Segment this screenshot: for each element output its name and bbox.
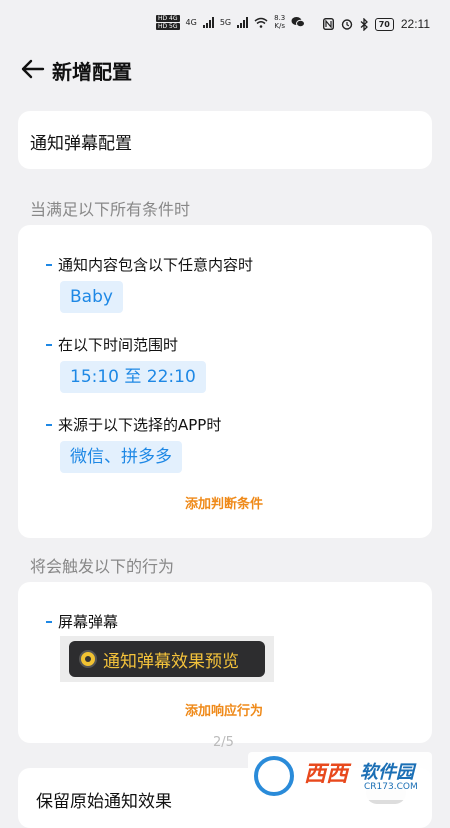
network-speed: 8.3 K/s (274, 14, 285, 30)
conditions-section-label: 当满足以下所有条件时 (30, 200, 191, 219)
speed-unit: K/s (274, 22, 285, 30)
condition-title-time[interactable]: 在以下时间范围时 (58, 334, 178, 355)
signal-icon-2 (237, 16, 249, 28)
status-left: HD 4G HD 5G 4G 5G 8.3 K/s (156, 14, 306, 30)
page-title: 新增配置 (52, 60, 132, 84)
bluetooth-icon (360, 17, 368, 31)
signal-icon (202, 16, 214, 28)
add-action-button[interactable]: 添加响应行为 (185, 700, 263, 719)
danmaku-preview[interactable]: 通知弹幕效果预览 (69, 641, 265, 677)
condition-title-apps[interactable]: 来源于以下选择的APP时 (58, 414, 221, 435)
config-name: 通知弹幕配置 (30, 134, 132, 154)
app-header: 新增配置 (0, 52, 450, 88)
conditions-card: 通知内容包含以下任意内容时 Baby 在以下时间范围时 15:10 至 22:1… (18, 225, 432, 538)
watermark: 西西 软件园 CR173.COM (248, 752, 432, 800)
condition-value-time[interactable]: 15:10 至 22:10 (60, 361, 206, 393)
bullet-dash (46, 621, 52, 623)
clock: 22:11 (400, 17, 430, 31)
preview-app-icon (79, 650, 97, 668)
hd-badge-1: HD 4G (156, 14, 180, 22)
condition-value-keywords[interactable]: Baby (60, 281, 123, 313)
condition-title-keywords[interactable]: 通知内容包含以下任意内容时 (58, 254, 253, 275)
watermark-url: CR173.COM (364, 782, 418, 792)
hd-badges: HD 4G HD 5G (156, 14, 180, 30)
bullet-dash (46, 264, 52, 266)
config-name-card[interactable]: 通知弹幕配置 (18, 111, 432, 169)
watermark-logo (254, 756, 294, 796)
watermark-text-1: 西西 (304, 762, 349, 787)
actions-section-label: 将会触发以下的行为 (30, 557, 175, 576)
condition-value-apps[interactable]: 微信、拼多多 (60, 441, 182, 473)
network-label-2: 5G (219, 17, 232, 27)
alarm-icon (341, 19, 352, 30)
preview-text: 通知弹幕效果预览 (103, 651, 239, 672)
status-bar: HD 4G HD 5G 4G 5G 8.3 K/s 70 22:11 (0, 0, 450, 52)
nfc-icon (322, 18, 334, 30)
bullet-dash (46, 424, 52, 426)
battery-icon: 70 (374, 17, 394, 31)
action-title[interactable]: 屏幕弹幕 (58, 611, 118, 632)
page-indicator: 2/5 (213, 735, 234, 750)
speed-value: 8.3 (274, 14, 286, 22)
actions-card: 屏幕弹幕 通知弹幕效果预览 添加响应行为 (18, 582, 432, 743)
status-right: 70 22:11 (322, 17, 430, 31)
hd-badge-2: HD 5G (156, 22, 180, 30)
wechat-icon (291, 17, 306, 28)
wifi-icon (254, 17, 268, 28)
network-label-1: 4G (185, 17, 197, 27)
back-arrow-icon[interactable] (20, 58, 46, 80)
bullet-dash (46, 344, 52, 346)
watermark-text-2: 软件园 (360, 762, 414, 783)
add-condition-button[interactable]: 添加判断条件 (185, 493, 263, 512)
preview-container[interactable]: 通知弹幕效果预览 (60, 636, 274, 682)
